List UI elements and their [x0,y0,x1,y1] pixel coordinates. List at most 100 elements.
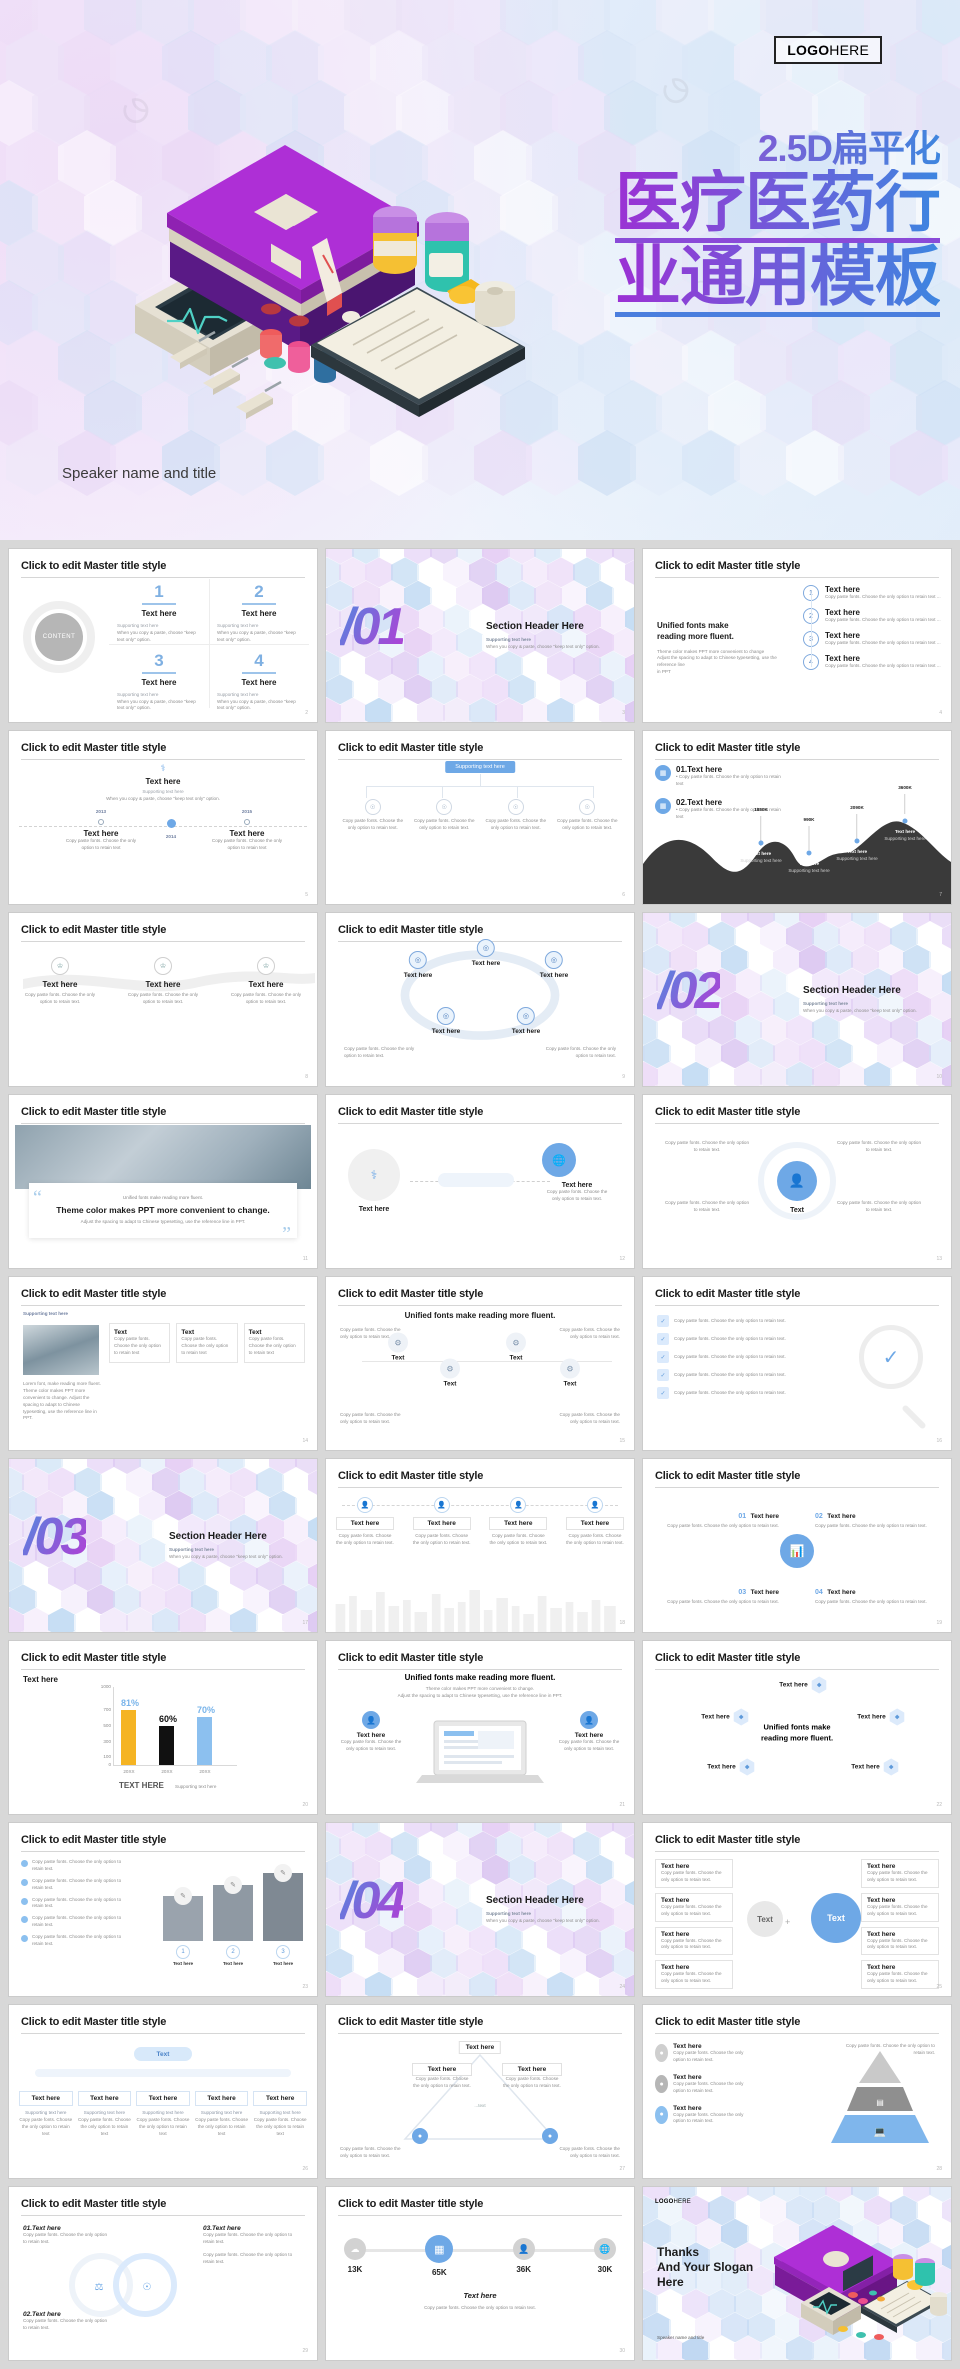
info-card[interactable]: Text Copy paste fonts. Choose the only o… [243,1323,305,1363]
agenda-item[interactable]: 3 Text here Supporting text here When yo… [109,648,209,717]
org-root[interactable]: Supporting text here [445,761,515,773]
hub-node[interactable]: Copy paste fonts. Choose the only option… [664,1200,750,1214]
slide-thumbnail[interactable]: Click to edit Master title style ⚖ ☉ 01.… [9,2187,317,2360]
slide-thumbnail[interactable]: Click to edit Master title style Unified… [9,1095,317,1268]
step-item[interactable]: ♔ Text here Copy paste fonts. Choose the… [126,957,200,1006]
gear-node[interactable]: ⚙ Text [506,1332,526,1362]
compare-row[interactable]: Text here Copy paste fonts. Choose the o… [655,1892,733,1922]
slide-thumbnail[interactable]: Click to edit Master title style 👤 Text … [326,1459,634,1632]
laptop-label-left[interactable]: 👤 Text here Copy paste fonts. Choose the… [340,1711,402,1753]
compare-row[interactable]: Text here Copy paste fonts. Choose the o… [861,1926,939,1956]
org-leaf[interactable]: ☉ Copy paste fonts. Choose the only opti… [555,799,621,832]
org-leaf[interactable]: ☉ Copy paste fonts. Choose the only opti… [340,799,406,832]
numbered-row[interactable]: 2 Text here Copy paste fonts. Choose the… [803,608,941,624]
timeline-point[interactable]: 2015 Text here Copy paste fonts. Choose … [207,809,287,852]
process-box[interactable]: Text here Supporting text here Copy past… [194,2091,249,2138]
stat-item[interactable]: ☁ 13K [344,2238,366,2274]
bullet-row[interactable]: Copy paste fonts. Choose the only option… [21,1934,131,1948]
pyramid-row[interactable]: ● Text here Copy paste fonts. Choose the… [655,2043,755,2064]
compare-row[interactable]: Text here Copy paste fonts. Choose the o… [861,1859,939,1888]
slide-thumbnail[interactable]: /02 Section Header Here Supporting text … [643,913,951,1086]
node-left[interactable]: ⚕ Text here [348,1149,400,1213]
person-item[interactable]: 👤 Text here Copy paste fonts. Choose the… [336,1497,394,1547]
slide-thumbnail[interactable]: Click to edit Master title style Text he… [326,2005,634,2178]
slide-thumbnail[interactable]: Click to edit Master title style Support… [9,1277,317,1450]
person-item[interactable]: 👤 Text here Copy paste fonts. Choose the… [412,1497,471,1547]
numbered-row[interactable]: 4 Text here Copy paste fonts. Choose the… [803,654,941,670]
slide-thumbnail[interactable]: Click to edit Master title style Unified… [326,1277,634,1450]
venn-item[interactable]: 02.Text here Copy paste fonts. Choose th… [23,2311,109,2332]
process-box[interactable]: Text here Supporting text here Copy past… [253,2091,307,2138]
slide-thumbnail[interactable]: /03 Section Header Here Supporting text … [9,1459,317,1632]
slide-thumbnail[interactable]: Click to edit Master title style ⚕ Text … [326,1095,634,1268]
bullet-row[interactable]: Copy paste fonts. Choose the only option… [21,1897,131,1911]
checklist-row[interactable]: ✓ Copy paste fonts. Choose the only opti… [657,1369,807,1381]
compare-pill-right[interactable]: Text [811,1893,861,1943]
hub-node[interactable]: Copy paste fonts. Choose the only option… [664,1140,750,1154]
agenda-item[interactable]: 1 Text here Supporting text here When yo… [109,579,209,648]
flow-node[interactable]: ◎ Text here [432,1007,460,1035]
slide-thumbnail[interactable]: Click to edit Master title style Unified… [326,1641,634,1814]
quad-cell[interactable]: 01 Text here Copy paste fonts. Choose th… [661,1505,779,1530]
compare-row[interactable]: Text here Copy paste fonts. Choose the o… [861,1960,939,1990]
slide-thumbnail[interactable]: Click to edit Master title style ⚕ Text … [9,731,317,904]
flow-node[interactable]: ◎ Text here [512,1007,540,1035]
slide-thumbnail[interactable]: Click to edit Master title style Text Te… [9,2005,317,2178]
compare-row[interactable]: Text here Copy paste fonts. Choose the o… [655,1960,733,1990]
flow-node[interactable]: ◎ Text here [472,939,500,967]
slide-thumbnail[interactable]: /04 Section Header Here Supporting text … [326,1823,634,1996]
pyramid-row[interactable]: ● Text here Copy paste fonts. Choose the… [655,2074,755,2095]
flow-node[interactable]: ◎ Text here [540,951,568,979]
checklist-row[interactable]: ✓ Copy paste fonts. Choose the only opti… [657,1315,807,1327]
quad-cell[interactable]: 02 Text here Copy paste fonts. Choose th… [815,1505,933,1530]
checklist-row[interactable]: ✓ Copy paste fonts. Choose the only opti… [657,1351,807,1363]
compare-row[interactable]: Text here Copy paste fonts. Choose the o… [861,1892,939,1922]
venn-item[interactable]: 01.Text here Copy paste fonts. Choose th… [23,2225,109,2246]
column-item[interactable]: ✎ 2 Text here [213,1875,253,1968]
slide-thumbnail[interactable]: Click to edit Master title style Copy pa… [9,1823,317,1996]
info-card[interactable]: Text Copy paste fonts. Choose the only o… [176,1323,238,1363]
info-card[interactable]: Text Copy paste fonts. Choose the only o… [109,1323,171,1363]
venn-item[interactable]: 03.Text here Copy paste fonts. Choose th… [203,2225,303,2266]
compare-row[interactable]: Text here Copy paste fonts. Choose the o… [655,1859,733,1888]
step-item[interactable]: ♔ Text here Copy paste fonts. Choose the… [23,957,97,1006]
agenda-item[interactable]: 4 Text here Supporting text here When yo… [209,648,309,717]
triangle-node-top[interactable]: Text here [458,2041,502,2054]
checklist-row[interactable]: ✓ Copy paste fonts. Choose the only opti… [657,1387,807,1399]
quad-cell[interactable]: 04 Text here Copy paste fonts. Choose th… [815,1581,933,1606]
triangle-node-left[interactable]: Text here Copy paste fonts. Choose the o… [412,2063,472,2090]
hub-node[interactable]: Copy paste fonts. Choose the only option… [836,1200,922,1214]
triangle-node-right[interactable]: Text here Copy paste fonts. Choose the o… [502,2063,562,2090]
slide-thumbnail[interactable]: Click to edit Master title style Support… [326,731,634,904]
stat-item[interactable]: ▦ 65K [425,2235,454,2277]
slide-thumbnail[interactable]: Click to edit Master title style Unified… [643,1641,951,1814]
pyramid-row[interactable]: ● Text here Copy paste fonts. Choose the… [655,2105,755,2126]
slide-thumbnail[interactable]: Click to edit Master title style 📊 01 Te… [643,1459,951,1632]
compare-row[interactable]: Text here Copy paste fonts. Choose the o… [655,1926,733,1956]
hub-node[interactable]: Copy paste fonts. Choose the only option… [836,1140,922,1154]
process-box[interactable]: Text here Supporting text here Copy past… [136,2091,190,2138]
numbered-row[interactable]: 3 Text here Copy paste fonts. Choose the… [803,631,941,647]
column-item[interactable]: ✎ 3 Text here [263,1863,303,1968]
checklist-row[interactable]: ✓ Copy paste fonts. Choose the only opti… [657,1333,807,1345]
step-item[interactable]: ♔ Text here Copy paste fonts. Choose the… [229,957,303,1006]
hex-node[interactable]: Text here ◆ [701,1708,749,1726]
slide-thumbnail[interactable]: /01 Section Header Here Supporting text … [326,549,634,722]
hex-node[interactable]: Text here ◆ [851,1758,899,1776]
quad-cell[interactable]: 03 Text here Copy paste fonts. Choose th… [661,1581,779,1606]
person-item[interactable]: 👤 Text here Copy paste fonts. Choose the… [565,1497,624,1547]
process-box[interactable]: Text here Supporting text here Copy past… [19,2091,73,2138]
column-item[interactable]: ✎ 1 Text here [163,1887,203,1968]
gear-node[interactable]: ⚙ Text [440,1358,460,1388]
slide-thumbnail[interactable]: Click to edit Master title style CONTENT… [9,549,317,722]
bullet-row[interactable]: Copy paste fonts. Choose the only option… [21,1915,131,1929]
slide-thumbnail[interactable]: Click to edit Master title style 0 100 300… [9,1641,317,1814]
hex-node[interactable]: Text here ◆ [779,1676,827,1694]
timeline-point[interactable]: 2013 Text here Copy paste fonts. Choose … [61,809,141,852]
slide-thumbnail[interactable]: LOGOHERE Thanks And Your Slogan Here Spe… [643,2187,951,2360]
compare-pill-left[interactable]: Text [747,1901,783,1937]
gear-node[interactable]: ⚙ Text [560,1358,580,1388]
slide-thumbnail[interactable]: Click to edit Master title style ◎ Text … [326,913,634,1086]
hex-node[interactable]: Text here ◆ [707,1758,755,1776]
stat-item[interactable]: 🌐 30K [593,2238,616,2274]
